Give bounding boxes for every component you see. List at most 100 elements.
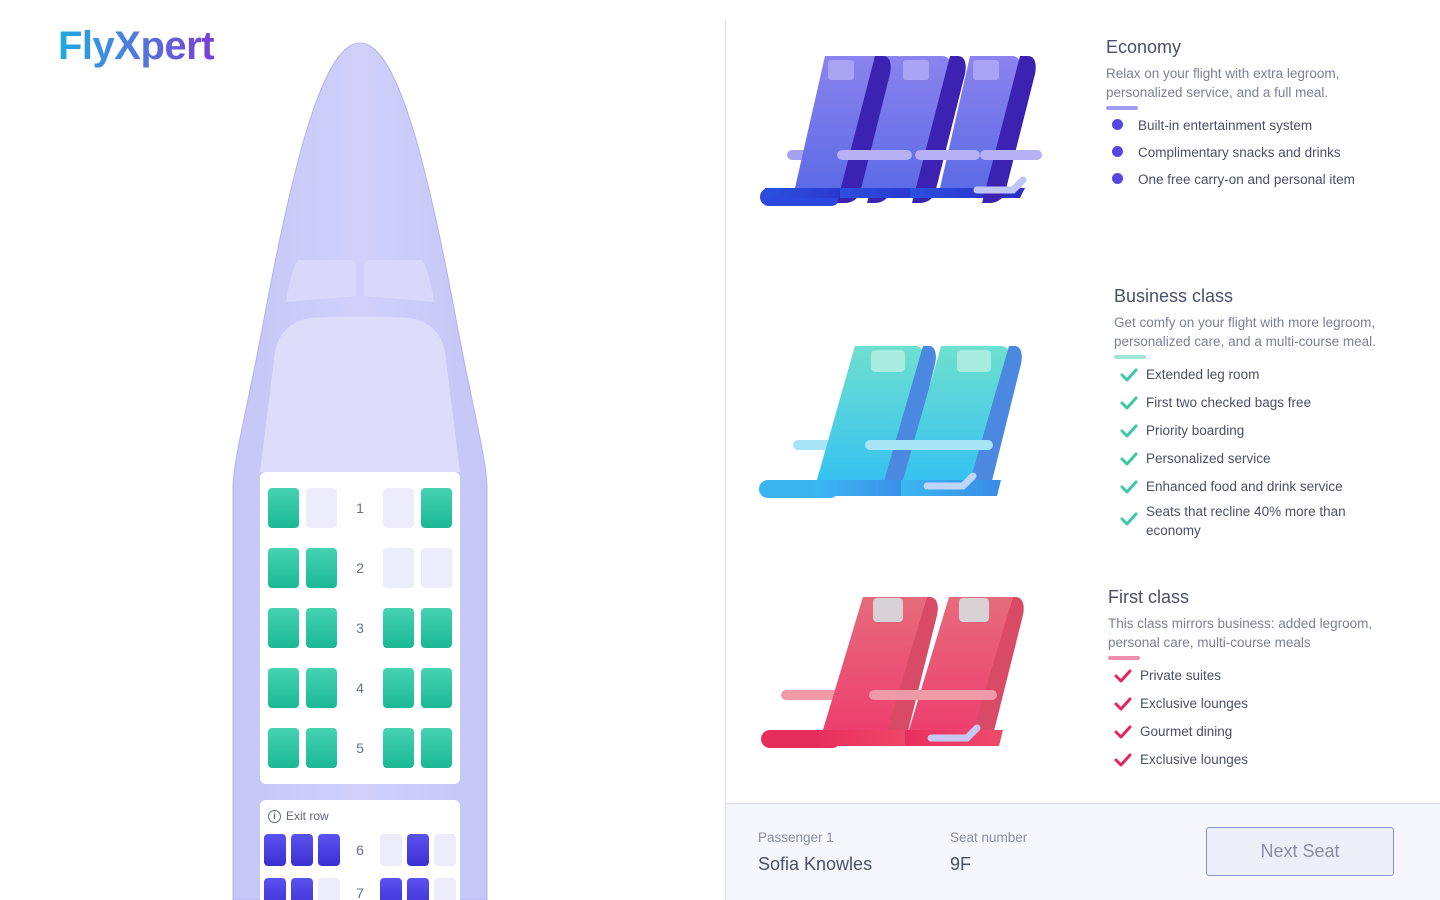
seat-4D[interactable] bbox=[421, 668, 452, 708]
first-class-title: First class bbox=[1108, 587, 1189, 607]
feature-text: Private suites bbox=[1140, 668, 1222, 683]
seat-6D bbox=[380, 834, 402, 866]
row-number: 4 bbox=[356, 680, 364, 696]
seat-number-label: Seat number bbox=[950, 830, 1028, 845]
check-icon bbox=[1114, 393, 1146, 410]
check-icon bbox=[1108, 694, 1140, 711]
feature-text: Seats that recline 40% more than economy bbox=[1146, 504, 1346, 538]
row-number: 6 bbox=[356, 842, 364, 858]
feature-text: One free carry-on and personal item bbox=[1138, 172, 1355, 187]
check-icon bbox=[1114, 449, 1146, 466]
seat-4A[interactable] bbox=[268, 668, 299, 708]
feature-text: Complimentary snacks and drinks bbox=[1138, 145, 1341, 160]
economy-feature: Built-in entertainment system bbox=[1106, 116, 1406, 135]
first-class-feature: Exclusive lounges bbox=[1108, 694, 1408, 713]
seat-5C[interactable] bbox=[383, 728, 414, 768]
seat-1D[interactable] bbox=[421, 488, 452, 528]
seat-7A[interactable] bbox=[264, 878, 286, 900]
check-icon bbox=[1114, 365, 1146, 382]
seat-6A[interactable] bbox=[264, 834, 286, 866]
seat-7D[interactable] bbox=[380, 878, 402, 900]
business-feature: Extended leg room bbox=[1114, 365, 1384, 384]
seat-5B[interactable] bbox=[306, 728, 337, 768]
economy-title: Economy bbox=[1106, 37, 1182, 57]
seat-number-value: 9F bbox=[950, 854, 972, 874]
seat-map-pane: FlyXpert 1 2 3 4 5 i Exit row 6 7 bbox=[0, 0, 725, 900]
seat-7E[interactable] bbox=[407, 878, 429, 900]
first-class-seats-illustration bbox=[761, 597, 1024, 748]
seat-5D[interactable] bbox=[421, 728, 452, 768]
feature-text: Enhanced food and drink service bbox=[1146, 479, 1343, 494]
row-number: 5 bbox=[356, 740, 364, 756]
bullet-dot-icon bbox=[1106, 116, 1138, 130]
business-feature: Personalized service bbox=[1114, 449, 1384, 468]
seat-3A[interactable] bbox=[268, 608, 299, 648]
seat-2B[interactable] bbox=[306, 548, 337, 588]
row-number: 1 bbox=[356, 500, 364, 516]
seat-3C[interactable] bbox=[383, 608, 414, 648]
first-class-feature: Exclusive lounges bbox=[1108, 750, 1408, 769]
business-title: Business class bbox=[1114, 286, 1234, 306]
seat-2C bbox=[383, 548, 414, 588]
economy-feature: One free carry-on and personal item bbox=[1106, 170, 1406, 189]
passenger-name: Sofia Knowles bbox=[758, 854, 873, 874]
economy-seats-illustration bbox=[760, 56, 1042, 206]
check-icon bbox=[1108, 666, 1140, 683]
info-icon: i bbox=[268, 809, 281, 823]
seat-7B[interactable] bbox=[291, 878, 313, 900]
feature-text: Exclusive lounges bbox=[1140, 752, 1249, 767]
row-number: 7 bbox=[356, 885, 364, 900]
check-icon bbox=[1114, 477, 1146, 494]
seat-1C bbox=[383, 488, 414, 528]
booking-footer: Passenger 1 Sofia Knowles Seat number 9F… bbox=[726, 803, 1440, 900]
seat-2D bbox=[421, 548, 452, 588]
exit-row-text: Exit row bbox=[286, 809, 329, 823]
seat-3B[interactable] bbox=[306, 608, 337, 648]
feature-text: Exclusive lounges bbox=[1140, 696, 1249, 711]
check-icon bbox=[1114, 421, 1146, 438]
feature-text: Extended leg room bbox=[1146, 367, 1260, 382]
first-class-feature: Private suites bbox=[1108, 666, 1408, 685]
business-seats-illustration bbox=[759, 346, 1022, 498]
seat-6E[interactable] bbox=[407, 834, 429, 866]
economy-description: Relax on your flight with extra legroom,… bbox=[1106, 66, 1340, 100]
pane-divider bbox=[725, 20, 726, 900]
first-class-description: This class mirrors business: added legro… bbox=[1108, 616, 1373, 650]
exit-row-label: i Exit row bbox=[268, 809, 329, 823]
next-seat-button[interactable]: Next Seat bbox=[1206, 827, 1394, 876]
seat-6F bbox=[434, 834, 456, 866]
bullet-dot-icon bbox=[1106, 143, 1138, 157]
feature-text: First two checked bags free bbox=[1146, 395, 1312, 410]
seat-2A[interactable] bbox=[268, 548, 299, 588]
seat-3D[interactable] bbox=[421, 608, 452, 648]
seat-6B[interactable] bbox=[291, 834, 313, 866]
business-accent-bar bbox=[1114, 355, 1146, 359]
first-class-feature: Gourmet dining bbox=[1108, 722, 1408, 741]
business-feature: First two checked bags free bbox=[1114, 393, 1384, 412]
business-class-card[interactable]: Business class Get comfy on your flight … bbox=[1114, 286, 1384, 540]
seat-4C[interactable] bbox=[383, 668, 414, 708]
seat-4B[interactable] bbox=[306, 668, 337, 708]
economy-class-card[interactable]: Economy Relax on your flight with extra … bbox=[1106, 37, 1406, 189]
check-icon bbox=[1114, 502, 1146, 526]
row-number: 2 bbox=[356, 560, 364, 576]
business-feature: Priority boarding bbox=[1114, 421, 1384, 440]
feature-text: Gourmet dining bbox=[1140, 724, 1233, 739]
business-feature: Enhanced food and drink service bbox=[1114, 477, 1384, 496]
economy-feature: Complimentary snacks and drinks bbox=[1106, 143, 1406, 162]
seat-1B bbox=[306, 488, 337, 528]
seat-7C bbox=[318, 878, 340, 900]
feature-text: Built-in entertainment system bbox=[1138, 118, 1313, 133]
first-class-card[interactable]: First class This class mirrors business:… bbox=[1108, 587, 1408, 769]
business-feature: Seats that recline 40% more than economy bbox=[1114, 502, 1384, 540]
seat-7F bbox=[434, 878, 456, 900]
economy-accent-bar bbox=[1106, 106, 1138, 110]
seat-1A[interactable] bbox=[268, 488, 299, 528]
seat-6C[interactable] bbox=[318, 834, 340, 866]
check-icon bbox=[1108, 750, 1140, 767]
feature-text: Personalized service bbox=[1146, 451, 1271, 466]
check-icon bbox=[1108, 722, 1140, 739]
feature-text: Priority boarding bbox=[1146, 423, 1245, 438]
seat-5A[interactable] bbox=[268, 728, 299, 768]
business-description: Get comfy on your flight with more legro… bbox=[1114, 315, 1376, 349]
